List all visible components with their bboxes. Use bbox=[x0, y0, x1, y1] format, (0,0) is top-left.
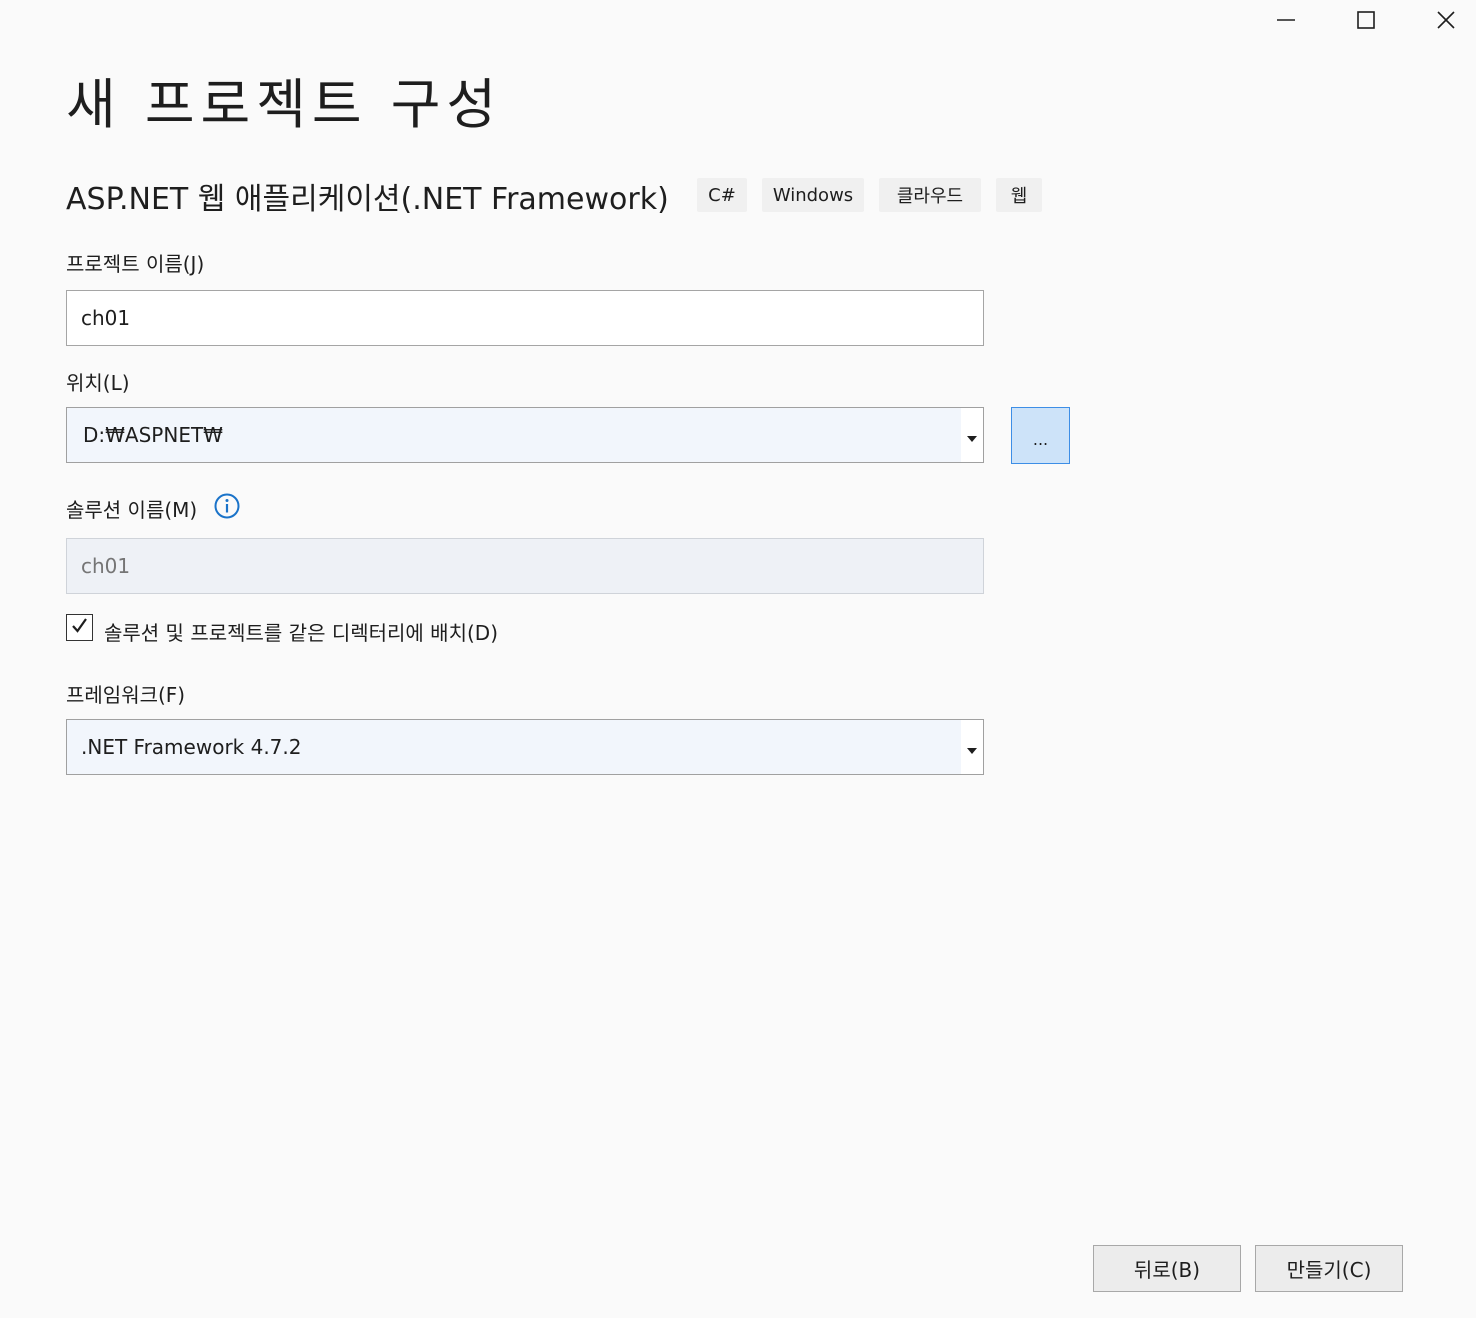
project-name-value: ch01 bbox=[81, 306, 131, 330]
location-value: D:₩ASPNET₩ bbox=[83, 423, 223, 447]
close-button[interactable] bbox=[1416, 0, 1476, 40]
close-icon bbox=[1436, 10, 1456, 30]
browse-button-label: ... bbox=[1032, 430, 1049, 449]
back-button-label: 뒤로(B) bbox=[1133, 1258, 1201, 1282]
tag-cloud: 클라우드 bbox=[879, 178, 981, 212]
checkmark-icon bbox=[70, 616, 89, 639]
location-combobox[interactable]: D:₩ASPNET₩ bbox=[66, 407, 984, 463]
create-button[interactable]: 만들기(C) bbox=[1255, 1245, 1403, 1292]
framework-label: 프레임워크(F) bbox=[66, 683, 186, 707]
project-name-input[interactable]: ch01 bbox=[66, 290, 984, 346]
create-button-label: 만들기(C) bbox=[1286, 1258, 1372, 1282]
tag-web: 웹 bbox=[996, 178, 1042, 212]
page-title: 새 프로젝트 구성 bbox=[66, 73, 503, 136]
location-dropdown-button[interactable] bbox=[961, 408, 983, 462]
maximize-button[interactable] bbox=[1336, 0, 1396, 40]
tag-windows: Windows bbox=[762, 178, 864, 212]
framework-value: .NET Framework 4.7.2 bbox=[81, 735, 302, 759]
solution-name-input[interactable] bbox=[66, 538, 984, 594]
framework-combobox[interactable]: .NET Framework 4.7.2 bbox=[66, 719, 984, 775]
solution-name-label: 솔루션 이름(M) bbox=[66, 498, 198, 522]
chevron-down-icon bbox=[967, 735, 977, 759]
tag-csharp: C# bbox=[697, 178, 747, 212]
same-directory-checkbox[interactable] bbox=[66, 614, 93, 641]
location-label: 위치(L) bbox=[66, 371, 130, 395]
minimize-icon bbox=[1276, 10, 1296, 30]
info-icon[interactable] bbox=[214, 493, 240, 519]
framework-dropdown-button[interactable] bbox=[961, 720, 983, 774]
minimize-button[interactable] bbox=[1256, 0, 1316, 40]
browse-button[interactable]: ... bbox=[1011, 407, 1070, 464]
project-name-label: 프로젝트 이름(J) bbox=[66, 252, 205, 276]
maximize-icon bbox=[1356, 10, 1376, 30]
template-name: ASP.NET 웹 애플리케이션(.NET Framework) bbox=[66, 182, 669, 217]
back-button[interactable]: 뒤로(B) bbox=[1093, 1245, 1241, 1292]
same-directory-label[interactable]: 솔루션 및 프로젝트를 같은 디렉터리에 배치(D) bbox=[104, 617, 498, 646]
chevron-down-icon bbox=[967, 423, 977, 447]
